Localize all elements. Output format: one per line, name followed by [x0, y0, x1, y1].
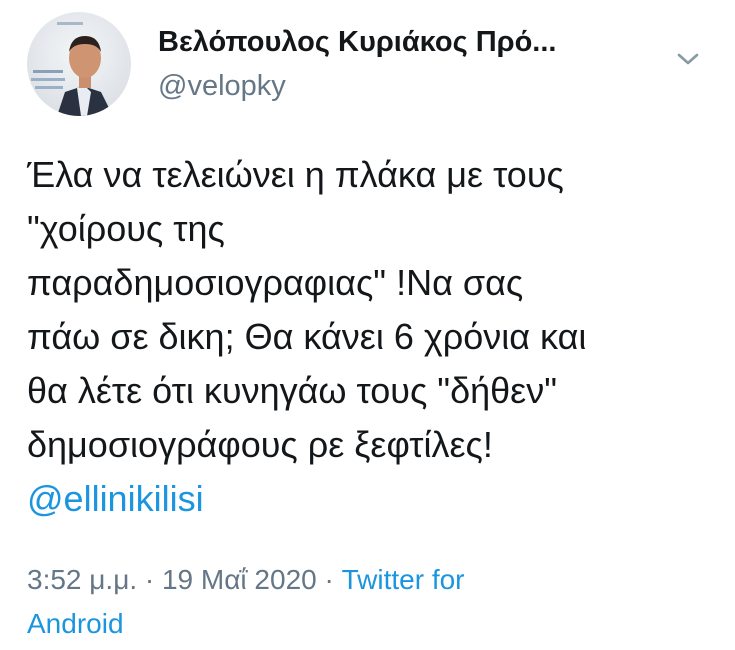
author-display-name[interactable]: Βελόπουλος Κυριάκος Πρό...: [158, 26, 556, 59]
mention-link[interactable]: @ellinikilisi: [27, 472, 717, 526]
tweet-text-line: πάω σε δικη; Θα κάνει 6 χρόνια και: [27, 316, 587, 357]
avatar[interactable]: [27, 12, 131, 116]
source-link-continued[interactable]: Android: [27, 608, 124, 639]
tweet-timestamp[interactable]: 3:52 μ.μ. · 19 Μαΐ 2020 ·: [27, 564, 342, 595]
tweet-text: Έλα να τελειώνει η πλάκα με τους "χοίρου…: [27, 148, 717, 526]
tweet-card: Βελόπουλος Κυριάκος Πρό... @velopky Έλα …: [0, 0, 735, 650]
profile-photo-icon: [27, 12, 131, 116]
tweet-text-line: Έλα να τελειώνει η πλάκα με τους: [27, 154, 564, 195]
tweet-text-line: "χοίρους της: [27, 208, 225, 249]
tweet-text-line: δημοσιογράφους ρε ξεφτίλες!: [27, 424, 493, 465]
chevron-down-icon[interactable]: [674, 48, 702, 70]
author-handle[interactable]: @velopky: [158, 70, 286, 103]
tweet-text-line: παραδημοσιογραφιας" !Να σας: [27, 262, 524, 303]
tweet-meta: 3:52 μ.μ. · 19 Μαΐ 2020 · Twitter for An…: [27, 558, 717, 646]
tweet-text-line: θα λέτε ότι κυνηγάω τους "δήθεν": [27, 370, 557, 411]
source-link[interactable]: Twitter for: [342, 564, 465, 595]
